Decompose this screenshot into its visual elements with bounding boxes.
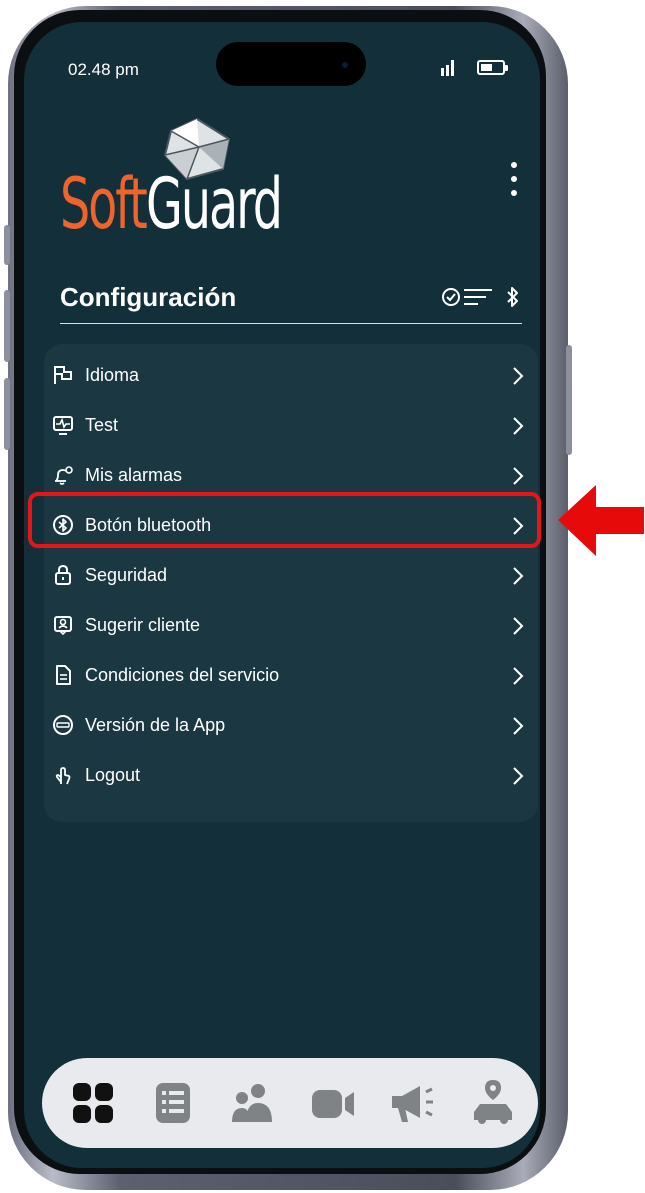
chevron-right-icon	[513, 767, 524, 785]
phone-bezel: 02.48 pm Soft Guard Configuración Idioma…	[14, 10, 546, 1174]
camera-icon	[342, 62, 348, 68]
megaphone-icon[interactable]	[388, 1078, 438, 1128]
chevron-right-icon	[513, 617, 524, 635]
menu-item-label: Seguridad	[85, 565, 168, 585]
side-button	[4, 225, 10, 265]
signal-icon	[441, 60, 459, 76]
video-camera-icon[interactable]	[308, 1078, 358, 1128]
menu-item-label: Idioma	[85, 365, 140, 385]
menu-item-label: Condiciones del servicio	[85, 665, 280, 685]
bottom-navigation	[42, 1058, 538, 1148]
chevron-right-icon	[513, 467, 524, 485]
list-icon[interactable]	[148, 1078, 198, 1128]
chevron-right-icon	[513, 367, 524, 385]
menu-item-label: Mis alarmas	[85, 465, 183, 485]
sos-icon	[53, 715, 73, 735]
grid-icon[interactable]	[68, 1078, 118, 1128]
hand-pointer-icon	[55, 767, 71, 785]
chevron-right-icon	[513, 667, 524, 685]
battery-icon	[477, 60, 508, 75]
user-badge-icon	[54, 616, 72, 636]
menu-item-condiciones-del-servicio[interactable]: Condiciones del servicio	[44, 652, 538, 700]
side-button	[566, 345, 572, 455]
app-screen: 02.48 pm Soft Guard Configuración Idioma…	[24, 22, 540, 1168]
bell-settings-icon	[55, 466, 73, 485]
title-actions	[442, 286, 522, 308]
menu-item-idioma[interactable]: Idioma	[44, 352, 538, 400]
menu-item-label: Versión de la App	[85, 715, 226, 735]
menu-item-label: Logout	[85, 765, 141, 785]
monitor-pulse-icon	[53, 416, 73, 435]
logo-text-soft: Soft	[60, 163, 148, 245]
logo-text-guard: Guard	[146, 163, 283, 245]
bluetooth-icon[interactable]	[506, 286, 520, 308]
users-icon[interactable]	[228, 1078, 278, 1128]
side-button	[4, 378, 10, 450]
page-title: Configuración	[60, 282, 237, 312]
title-divider	[60, 323, 522, 324]
dynamic-island	[216, 42, 366, 86]
more-options-icon[interactable]	[504, 158, 524, 202]
highlight-box-boton-bluetooth	[28, 492, 541, 548]
menu-item-test[interactable]: Test	[44, 402, 538, 450]
menu-item-logout[interactable]: Logout	[44, 752, 538, 800]
menu-item-seguridad[interactable]: Seguridad	[44, 552, 538, 600]
softguard-logo: Soft Guard	[60, 117, 300, 247]
document-icon	[56, 665, 71, 685]
check-filter-icon[interactable]	[442, 286, 494, 308]
chevron-right-icon	[513, 567, 524, 585]
menu-item-label: Test	[85, 415, 119, 435]
chevron-right-icon	[513, 417, 524, 435]
menu-item-version-app[interactable]: Versión de la App	[44, 702, 538, 750]
lock-icon	[55, 564, 71, 585]
flag-icon	[54, 366, 72, 384]
menu-item-label: Sugerir cliente	[85, 615, 201, 635]
car-location-icon[interactable]	[468, 1078, 518, 1128]
red-arrow-left-icon	[558, 485, 644, 556]
status-time: 02.48 pm	[68, 60, 139, 79]
settings-menu: Idioma Test Mis alarmas Botón bluetooth …	[44, 344, 538, 822]
chevron-right-icon	[513, 717, 524, 735]
menu-item-sugerir-cliente[interactable]: Sugerir cliente	[44, 602, 538, 650]
side-button	[4, 290, 10, 362]
